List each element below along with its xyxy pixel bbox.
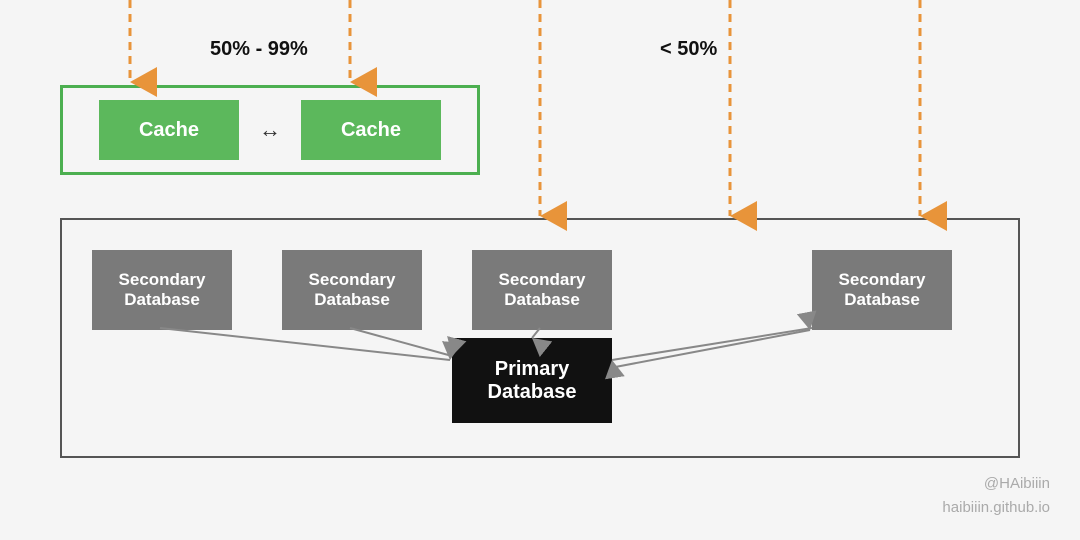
cache-box-1: Cache [99, 100, 239, 160]
watermark-line1: @HAibiiin [942, 472, 1050, 496]
secondary-db-3: SecondaryDatabase [472, 250, 612, 330]
secondary-db-4: SecondaryDatabase [812, 250, 952, 330]
watermark: @HAibiiin haibiiin.github.io [942, 472, 1050, 520]
cache-arrow-icon: ↔ [259, 117, 281, 143]
watermark-line2: haibiiin.github.io [942, 496, 1050, 520]
primary-db: PrimaryDatabase [452, 338, 612, 423]
secondary-db-1: SecondaryDatabase [92, 250, 232, 330]
db-container: SecondaryDatabase SecondaryDatabase Seco… [60, 218, 1020, 458]
secondary-db-2: SecondaryDatabase [282, 250, 422, 330]
cache-box-2: Cache [301, 100, 441, 160]
label-50-99: 50% - 99% [210, 38, 308, 61]
label-lt50: < 50% [660, 38, 717, 61]
cache-group: Cache ↔ Cache [60, 85, 480, 175]
diagram-area: 50% - 99% < 50% Cache ↔ Cache SecondaryD… [0, 0, 1080, 540]
